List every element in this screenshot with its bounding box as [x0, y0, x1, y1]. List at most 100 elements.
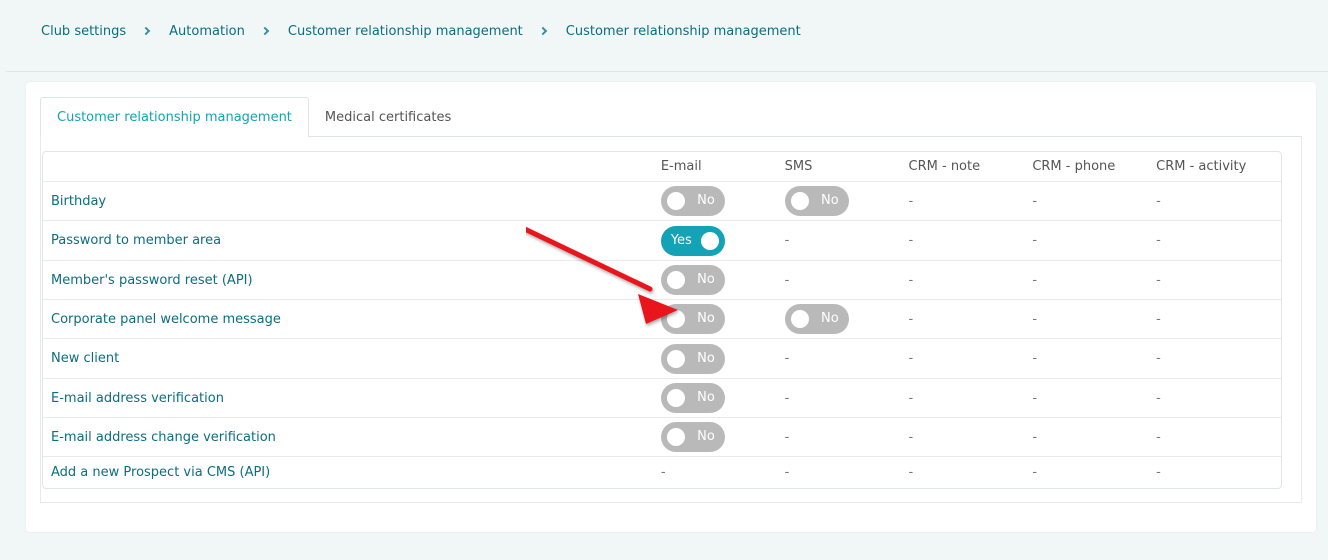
sms-toggle[interactable]: No — [784, 186, 849, 216]
crm-note-empty-value: - — [908, 418, 1033, 457]
breadcrumb-crm-current[interactable]: Customer relationship management — [566, 24, 801, 39]
breadcrumb-crm[interactable]: Customer relationship management — [288, 24, 523, 39]
sms-toggle[interactable]: No — [784, 304, 849, 334]
tab-customer-relationship-management[interactable]: Customer relationship management — [40, 97, 309, 137]
email-toggle[interactable]: No — [660, 383, 725, 413]
sms-cell: No — [784, 300, 909, 339]
email-empty-value: - — [660, 465, 666, 480]
chevron-right-icon — [538, 26, 548, 36]
sms-empty-value: - — [784, 418, 909, 457]
crm-phone-empty-value: - — [1032, 379, 1157, 418]
table-row: New client No - - - - — [43, 339, 1281, 379]
row-label-e-mail-address-change-verification[interactable]: E-mail address change verification — [43, 418, 661, 457]
settings-card: Customer relationship management Medical… — [26, 82, 1316, 532]
table-row: Add a new Prospect via CMS (API) - - - - - — [43, 457, 1281, 488]
sms-empty-value: - — [784, 465, 790, 480]
sms-empty-value: - — [784, 221, 909, 261]
table-row: Password to member area Yes - - - - — [43, 221, 1281, 261]
sms-cell: No — [784, 182, 909, 221]
row-label-birthday[interactable]: Birthday — [43, 182, 661, 221]
table-row: E-mail address verification No - - - - — [43, 379, 1281, 418]
column-header-crm-note: CRM - note — [908, 152, 1033, 182]
toggle-state-label: No — [697, 311, 715, 326]
sms-empty-value: - — [784, 339, 909, 379]
toggle-knob — [666, 271, 685, 289]
crm-note-empty-value: - — [908, 465, 914, 480]
email-cell: No — [660, 261, 785, 300]
toggle-state-label: No — [697, 272, 715, 287]
crm-activity-empty-value: - — [1156, 261, 1281, 300]
email-toggle[interactable]: No — [660, 186, 725, 216]
toggle-knob — [666, 428, 685, 446]
crm-phone-empty-value: - — [1032, 418, 1157, 457]
sms-empty-value: - — [784, 261, 909, 300]
chevron-right-icon — [260, 26, 270, 36]
row-label-new-client[interactable]: New client — [43, 339, 661, 379]
toggle-state-label: No — [820, 311, 839, 326]
toggle-knob — [790, 192, 809, 210]
email-cell: No — [660, 418, 785, 457]
toggle-state-label: No — [697, 390, 715, 405]
toggle-knob — [666, 389, 685, 407]
crm-phone-empty-value: - — [1032, 182, 1157, 221]
email-toggle[interactable]: No — [660, 265, 725, 295]
row-label-password-to-member-area[interactable]: Password to member area — [43, 221, 661, 261]
email-cell: No — [660, 300, 785, 339]
table-row: E-mail address change verification No - - - - — [43, 418, 1281, 457]
crm-phone-empty-value: - — [1032, 261, 1157, 300]
crm-note-empty-value: - — [908, 261, 1033, 300]
email-cell: No — [660, 339, 785, 379]
row-label-add-a-new-prospect-via-cms-api[interactable]: Add a new Prospect via CMS (API) — [43, 457, 661, 488]
toggle-knob — [666, 349, 685, 368]
crm-note-empty-value: - — [908, 221, 1033, 261]
toggle-state-label: No — [697, 429, 715, 444]
toggle-state-label: No — [697, 193, 715, 208]
crm-activity-empty-value: - — [1156, 465, 1161, 480]
crm-phone-empty-value: - — [1032, 300, 1157, 339]
row-label-e-mail-address-verification[interactable]: E-mail address verification — [43, 379, 661, 418]
column-header-email: E-mail — [660, 152, 785, 182]
crm-note-empty-value: - — [908, 300, 1033, 339]
toggle-knob — [700, 231, 719, 250]
crm-activity-empty-value: - — [1156, 379, 1281, 418]
row-label-corporate-panel-welcome-message[interactable]: Corporate panel welcome message — [43, 300, 661, 339]
email-toggle[interactable]: No — [660, 304, 725, 334]
crm-activity-empty-value: - — [1156, 300, 1281, 339]
crm-activity-empty-value: - — [1156, 182, 1281, 221]
email-toggle[interactable]: Yes — [660, 225, 725, 256]
toggle-state-label: No — [697, 350, 715, 366]
column-header-sms: SMS — [784, 152, 909, 182]
email-cell: No — [660, 182, 785, 221]
header-divider — [6, 71, 1328, 72]
crm-activity-empty-value: - — [1156, 418, 1281, 457]
email-toggle[interactable]: No — [660, 422, 725, 452]
toggle-knob — [790, 310, 809, 328]
table-row: Member's password reset (API) No - - - - — [43, 261, 1281, 300]
tab-medical-certificates[interactable]: Medical certificates — [309, 97, 467, 137]
crm-phone-empty-value: - — [1032, 465, 1038, 480]
breadcrumb-automation[interactable]: Automation — [169, 24, 245, 39]
email-toggle[interactable]: No — [660, 343, 725, 374]
breadcrumb-club-settings[interactable]: Club settings — [41, 24, 126, 39]
row-label-member-s-password-reset-api[interactable]: Member's password reset (API) — [43, 261, 661, 300]
table-header-row: E-mail SMS CRM - note CRM - phone CRM - … — [43, 152, 1281, 182]
table-row: Birthday No No - - - — [43, 182, 1281, 221]
toggle-state-label: No — [820, 193, 839, 208]
crm-activity-empty-value: - — [1156, 221, 1281, 261]
crm-phone-empty-value: - — [1032, 221, 1157, 261]
sms-empty-value: - — [784, 379, 909, 418]
email-cell: No — [660, 379, 785, 418]
toggle-state-label: Yes — [670, 232, 692, 248]
column-header-crm-phone: CRM - phone — [1032, 152, 1157, 182]
column-header-name — [43, 152, 661, 182]
email-cell: Yes — [660, 221, 785, 261]
toggle-knob — [666, 310, 685, 328]
crm-note-empty-value: - — [908, 182, 1033, 221]
chevron-right-icon — [141, 26, 151, 36]
table-row: Corporate panel welcome message No No - - - — [43, 300, 1281, 339]
crm-activity-empty-value: - — [1156, 339, 1281, 379]
tab-bar: Customer relationship management Medical… — [40, 97, 467, 137]
column-header-crm-activity: CRM - activity — [1156, 152, 1281, 182]
toggle-knob — [666, 192, 685, 210]
crm-note-empty-value: - — [908, 339, 1033, 379]
